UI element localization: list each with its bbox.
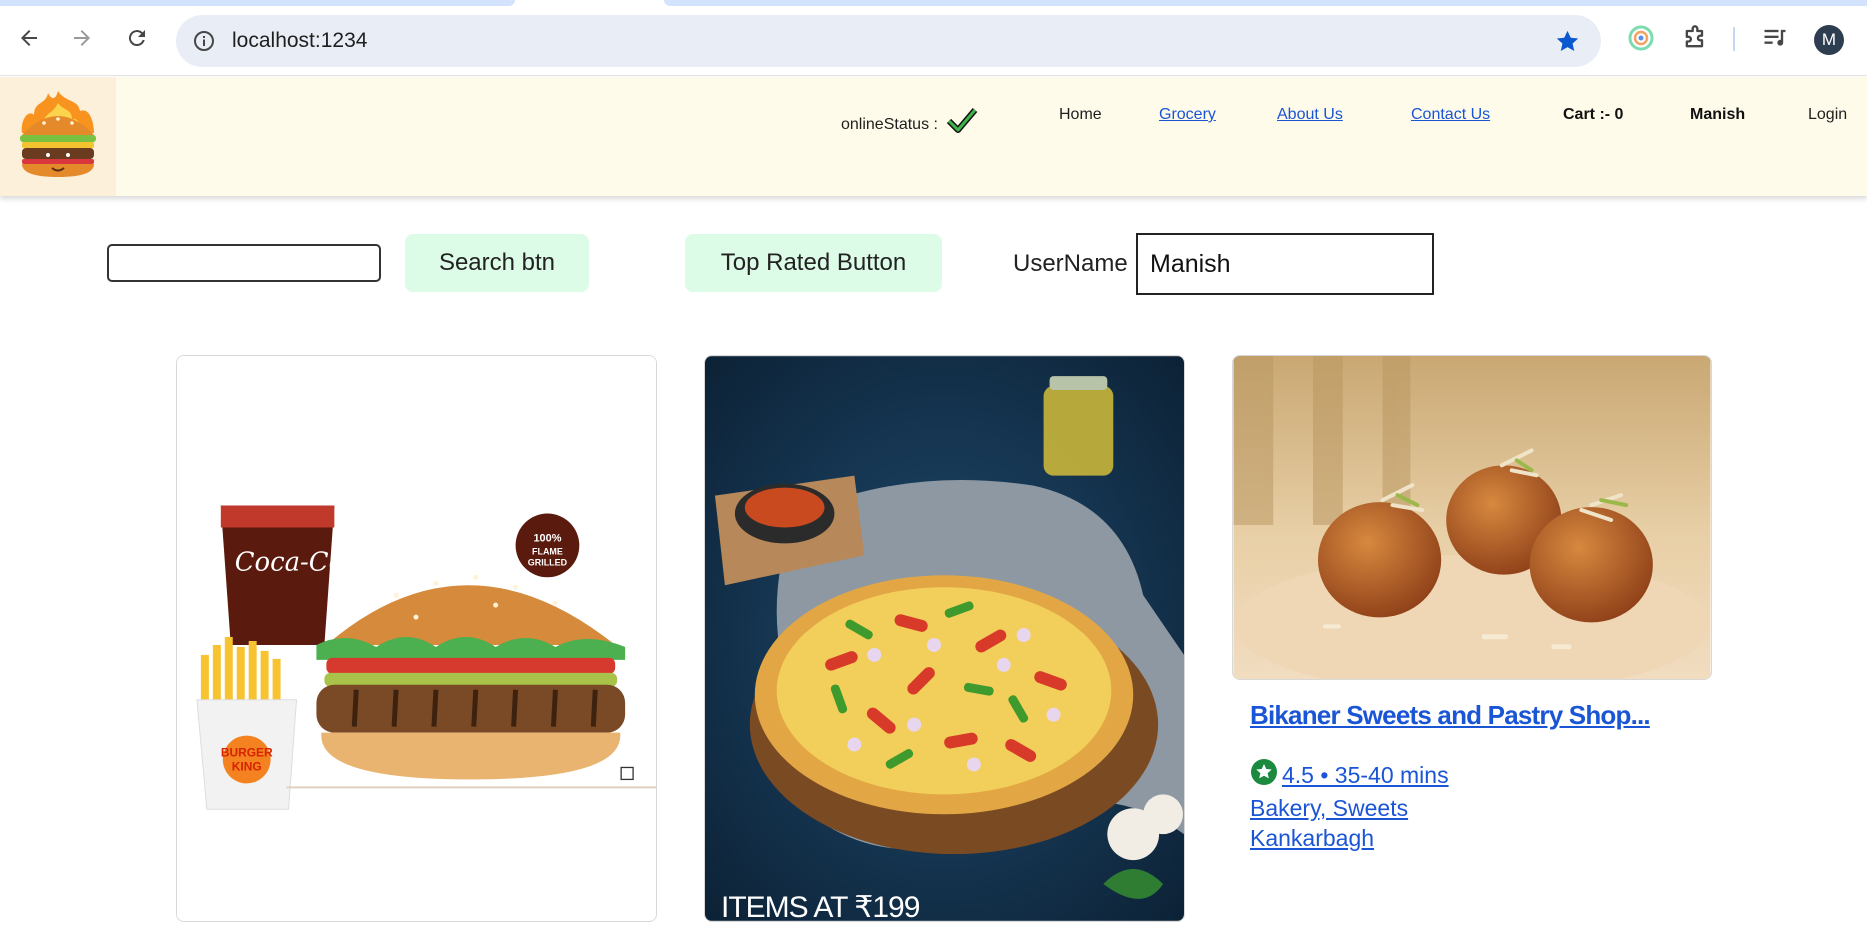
toolbar-separator: [1733, 27, 1735, 51]
media-control-button[interactable]: [1758, 21, 1792, 55]
forward-icon: [74, 30, 90, 46]
nav-user[interactable]: Manish: [1690, 106, 1745, 124]
app-header: onlineStatus : Home Grocery About Us Con…: [0, 77, 1867, 196]
svg-text:BURGER: BURGER: [221, 746, 273, 760]
card-offer-text: ITEMS AT ₹199: [721, 891, 920, 922]
svg-text:FLAME: FLAME: [532, 546, 563, 556]
restaurant-card-1[interactable]: Coca-Cola BURGER KING 100% FLAME GRILLED: [176, 355, 657, 922]
username-label: UserName :: [1013, 250, 1142, 277]
svg-text:GRILLED: GRILLED: [528, 557, 568, 567]
nav-grocery[interactable]: Grocery: [1159, 106, 1216, 124]
restaurant-rating[interactable]: 4.5 • 35-40 mins: [1250, 758, 1449, 789]
gulab-jamun-image: [1233, 356, 1711, 679]
extension-circle-icon: [1628, 25, 1654, 51]
flaming-burger-logo-icon: [20, 91, 96, 177]
rating-text[interactable]: 4.5 • 35-40 mins: [1282, 762, 1449, 788]
restaurant-card-3-image[interactable]: [1232, 355, 1712, 680]
address-bar[interactable]: localhost:1234: [176, 15, 1601, 67]
nav-login[interactable]: Login: [1808, 106, 1847, 124]
back-icon: [21, 30, 37, 46]
nav-contact-us[interactable]: Contact Us: [1411, 106, 1490, 124]
burger-king-combo-image: Coca-Cola BURGER KING 100% FLAME GRILLED: [177, 356, 656, 921]
reload-button[interactable]: [120, 21, 154, 55]
site-info-icon[interactable]: [192, 29, 216, 53]
veg-pizza-image: [705, 356, 1184, 921]
extension-button[interactable]: [1624, 21, 1658, 55]
restaurant-card-2[interactable]: ITEMS AT ₹199: [704, 355, 1185, 922]
top-rated-button[interactable]: Top Rated Button: [685, 234, 942, 292]
forward-button[interactable]: [65, 21, 99, 55]
svg-text:Coca-Cola: Coca-Cola: [235, 547, 368, 577]
url-text[interactable]: localhost:1234: [232, 15, 367, 67]
browser-toolbar: localhost:1234 M: [0, 6, 1867, 76]
search-button[interactable]: Search btn: [405, 234, 589, 292]
username-input[interactable]: [1136, 233, 1434, 295]
restaurant-cuisines[interactable]: Bakery, Sweets: [1250, 795, 1408, 822]
reload-icon: [128, 30, 145, 47]
nav-cart[interactable]: Cart :- 0: [1563, 106, 1623, 124]
search-input[interactable]: [107, 244, 381, 282]
logo[interactable]: [0, 77, 116, 196]
nav-about-us[interactable]: About Us: [1277, 106, 1343, 124]
back-button[interactable]: [12, 21, 46, 55]
checkmark-icon: [947, 108, 978, 133]
media-queue-icon: [1764, 29, 1786, 46]
puzzle-icon: [1685, 25, 1704, 48]
svg-text:KING: KING: [232, 759, 262, 773]
svg-text:100%: 100%: [533, 532, 561, 544]
profile-avatar[interactable]: M: [1814, 25, 1844, 55]
restaurant-area[interactable]: Kankarbagh: [1250, 825, 1374, 852]
rating-star-icon: [1251, 759, 1277, 785]
online-status: onlineStatus :: [841, 106, 978, 134]
extensions-menu-button[interactable]: [1678, 21, 1712, 55]
bookmark-star-icon[interactable]: [1554, 28, 1581, 55]
nav-home[interactable]: Home: [1059, 106, 1102, 124]
restaurant-name[interactable]: Bikaner Sweets and Pastry Shop...: [1250, 700, 1651, 731]
